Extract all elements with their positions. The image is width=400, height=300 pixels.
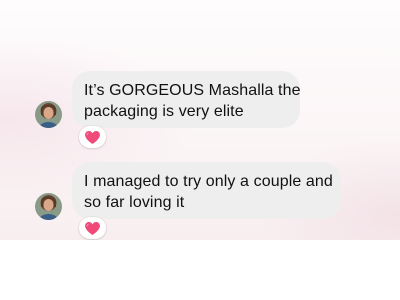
reaction-badge[interactable] bbox=[79, 126, 106, 148]
avatar[interactable] bbox=[35, 193, 62, 220]
heart-icon bbox=[85, 130, 100, 144]
message-bubble[interactable]: I managed to try only a couple and so fa… bbox=[72, 162, 341, 219]
heart-icon bbox=[85, 221, 100, 235]
chat-thread: It’s GORGEOUS Mashalla the packaging is … bbox=[0, 0, 400, 240]
reaction-badge[interactable] bbox=[79, 217, 106, 239]
message-text-line: packaging is very elite bbox=[84, 103, 244, 120]
message-text-line: so far loving it bbox=[84, 194, 185, 211]
avatar-photo bbox=[35, 101, 62, 128]
message-text-line: I managed to try only a couple and bbox=[84, 173, 333, 190]
avatar[interactable] bbox=[35, 101, 62, 128]
avatar-photo bbox=[35, 193, 62, 220]
blank-area bbox=[0, 240, 400, 300]
message-text-line: It’s GORGEOUS Mashalla the bbox=[84, 82, 301, 99]
message-bubble[interactable]: It’s GORGEOUS Mashalla the packaging is … bbox=[72, 71, 301, 128]
